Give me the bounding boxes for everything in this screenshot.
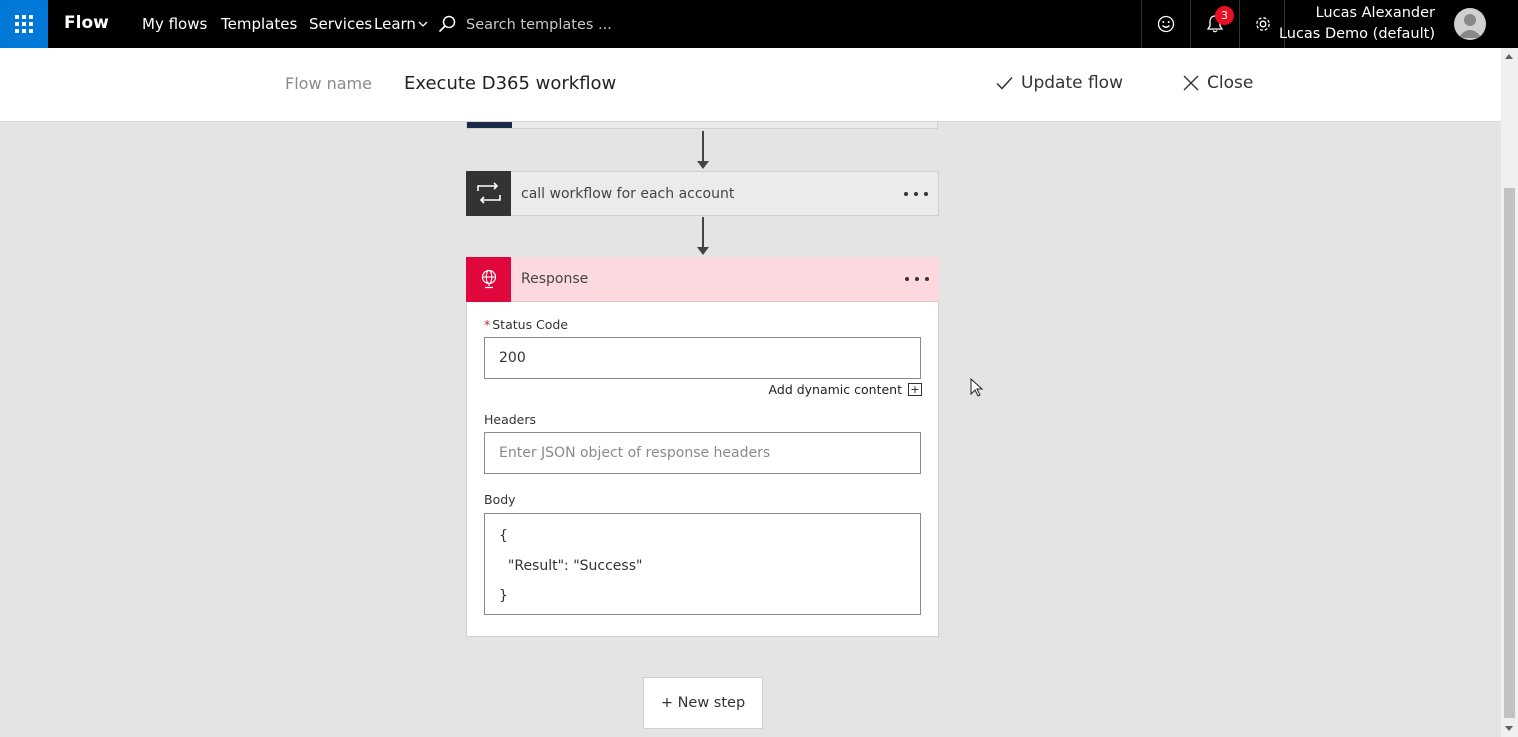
notification-badge: 3 [1215,6,1234,25]
add-content-icon: + [908,383,922,396]
status-code-label: * Status Code [484,317,568,332]
headers-field[interactable]: Enter JSON object of response headers [484,432,921,474]
mouse-cursor-icon [970,377,984,402]
globe-icon [466,256,511,302]
step-title: Response [521,271,589,287]
nav-templates[interactable]: Templates [221,15,297,33]
connector-arrow [697,161,709,169]
more-options-icon[interactable] [904,185,928,203]
brand-logo[interactable]: Flow [64,13,109,33]
user-account[interactable]: Lucas Alexander Lucas Demo (default) [1279,3,1435,45]
avatar[interactable] [1454,8,1486,40]
chevron-down-icon [418,21,428,27]
update-flow-button[interactable]: Update flow [996,73,1123,93]
step-title: call workflow for each account [521,185,735,202]
flow-name-label: Flow name [285,74,372,93]
body-line: { [499,528,508,544]
body-field[interactable]: { "Result": "Success" } [484,513,921,615]
body-line: "Result": "Success" [499,558,643,574]
scroll-up-icon[interactable] [1505,54,1513,59]
more-options-icon[interactable] [905,270,929,288]
loop-icon [466,170,511,216]
close-button[interactable]: Close [1183,73,1253,93]
nav-services[interactable]: Services [309,15,372,33]
environment-name: Lucas Demo (default) [1278,26,1435,42]
connector-line [702,217,704,247]
user-name: Lucas Alexander [1315,5,1435,21]
scroll-down-icon[interactable] [1505,726,1513,731]
waffle-icon[interactable] [0,0,48,48]
flow-name-input[interactable]: Execute D365 workflow [404,73,616,94]
body-line: } [499,588,508,604]
add-dynamic-content-label: Add dynamic content [768,382,902,397]
apply-to-each-step[interactable]: call workflow for each account [466,170,939,216]
status-code-label-text: Status Code [492,317,569,332]
update-flow-label: Update flow [1021,73,1123,93]
status-code-field[interactable]: 200 [484,337,921,379]
person-icon [1458,14,1482,38]
response-step: Response * Status Code 200 Add dynamic co… [466,256,939,637]
top-navigation-bar: Flow My flows Templates Services Learn 3… [0,0,1518,48]
search-input[interactable] [466,13,766,37]
vertical-scrollbar[interactable] [1501,48,1518,737]
headers-label: Headers [484,412,537,427]
smiley-icon[interactable] [1142,0,1190,48]
required-marker: * [484,317,491,332]
connector-line [702,131,704,161]
flow-header: Flow name Execute D365 workflow Update f… [0,48,1501,122]
nav-learn[interactable]: Learn [374,15,428,33]
search-icon[interactable] [438,15,456,37]
body-label: Body [484,492,516,507]
close-label: Close [1207,73,1254,93]
add-dynamic-content-link[interactable]: Add dynamic content + [769,382,922,397]
nav-learn-label: Learn [374,15,416,33]
response-header[interactable]: Response [466,256,939,302]
apply-to-each-header[interactable]: call workflow for each account [466,170,939,216]
previous-step-card[interactable] [466,122,938,129]
scroll-thumb[interactable] [1504,188,1515,718]
step-icon [467,122,512,128]
nav-my-flows[interactable]: My flows [142,15,207,33]
bell-icon[interactable]: 3 [1191,0,1239,48]
close-icon [1183,75,1199,91]
new-step-button[interactable]: + New step [643,677,763,729]
checkmark-icon [996,76,1013,90]
connector-arrow [697,247,709,255]
